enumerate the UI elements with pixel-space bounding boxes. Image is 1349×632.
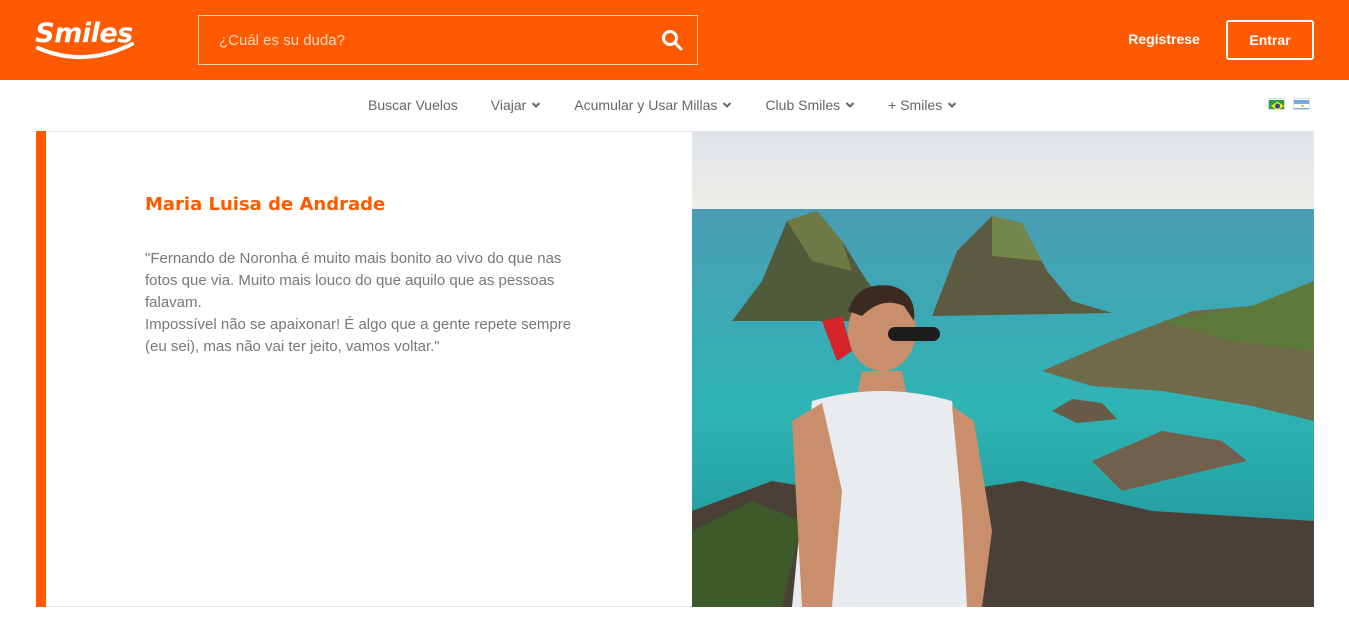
nav-item-label: Buscar Vuelos <box>368 97 458 113</box>
search-box <box>198 15 698 65</box>
register-link[interactable]: Regístrese <box>1118 31 1210 47</box>
nav-item-buscar-vuelos[interactable]: Buscar Vuelos <box>368 97 458 113</box>
smiles-logo[interactable]: Smiles <box>34 16 134 64</box>
chevron-down-icon <box>948 102 957 108</box>
fernando-de-noronha-photo <box>692 131 1314 607</box>
card-accent-bar <box>36 131 46 607</box>
nav-item-label: Club Smiles <box>765 97 841 113</box>
argentina-flag-icon[interactable] <box>1293 98 1310 110</box>
top-header: Smiles Regístrese Entrar <box>0 0 1349 80</box>
testimonial-author: Maria Luisa de Andrade <box>145 194 386 215</box>
main-nav: Buscar Vuelos Viajar Acumular y Usar Mil… <box>0 80 1349 131</box>
brazil-flag-icon[interactable] <box>1268 98 1285 110</box>
nav-item-mas-smiles[interactable]: + Smiles <box>888 97 957 113</box>
logo-smile-swoosh <box>36 42 134 60</box>
nav-item-acumular-usar-millas[interactable]: Acumular y Usar Millas <box>574 97 732 113</box>
chevron-down-icon <box>845 102 855 108</box>
search-icon[interactable] <box>661 29 683 51</box>
chevron-down-icon <box>723 102 732 108</box>
nav-item-label: Viajar <box>490 97 527 113</box>
nav-item-viajar[interactable]: Viajar <box>491 97 542 113</box>
nav-item-label: Acumular y Usar Millas <box>574 97 718 113</box>
nav-item-label: + Smiles <box>888 97 943 113</box>
chevron-down-icon <box>532 102 541 108</box>
testimonial-photo <box>692 131 1314 607</box>
testimonial-quote: "Fernando de Noronha é muito mais bonito… <box>145 250 572 355</box>
nav-item-club-smiles[interactable]: Club Smiles <box>765 97 855 113</box>
search-input[interactable] <box>199 16 649 64</box>
login-button[interactable]: Entrar <box>1226 20 1314 60</box>
